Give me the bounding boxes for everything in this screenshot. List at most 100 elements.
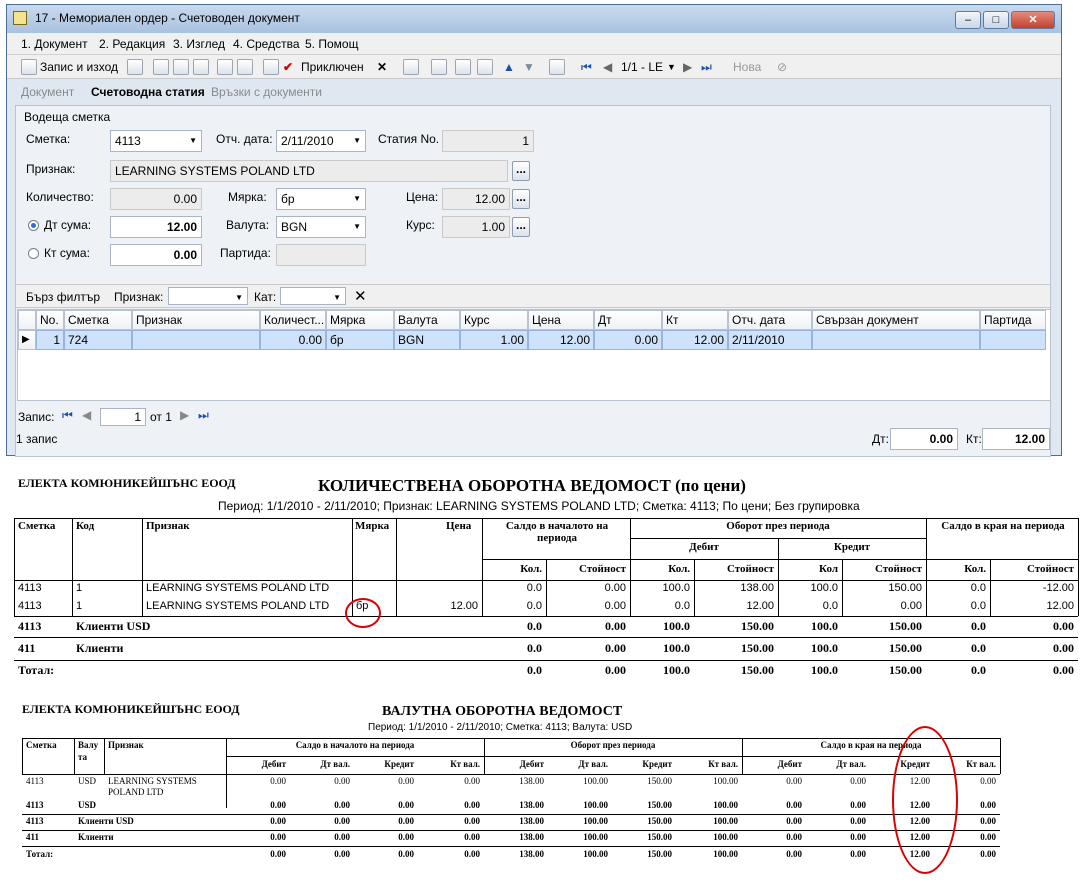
cell-rate[interactable]: 1.00 [460, 330, 528, 350]
currency-label: Валута: [226, 218, 270, 232]
cell-kt[interactable]: 12.00 [662, 330, 728, 350]
calculator-icon[interactable] [403, 59, 419, 75]
dt-amount-field[interactable]: 12.00 [110, 216, 202, 238]
prev-record-icon[interactable]: ◀ [603, 58, 612, 76]
r1-h-code: Код [76, 520, 95, 532]
r2-total-value: 0.00 [398, 816, 414, 826]
col-account[interactable]: Сметка [64, 310, 132, 330]
attr-browse-button[interactable]: ... [512, 161, 530, 181]
cell-dt[interactable]: 0.00 [594, 330, 662, 350]
col-linked-doc[interactable]: Свързан документ [812, 310, 980, 330]
copy-icon[interactable] [173, 59, 189, 75]
r2-total-value: 0.00 [270, 832, 286, 842]
preview-icon[interactable] [237, 59, 253, 75]
r1-cell-price: 12.00 [450, 600, 478, 612]
next-record-icon[interactable]: ▶ [683, 58, 692, 76]
note-icon[interactable] [477, 59, 493, 75]
col-no[interactable]: No. [36, 310, 64, 330]
col-report-date[interactable]: Отч. дата [728, 310, 812, 330]
save-icon[interactable] [21, 59, 37, 75]
row-pointer-icon[interactable]: ▶ [18, 330, 36, 350]
col-currency[interactable]: Валута [394, 310, 460, 330]
cell-no[interactable]: 1 [36, 330, 64, 350]
first-row-icon[interactable]: ⏮ [62, 408, 73, 423]
of-count-label: от 1 [150, 410, 172, 424]
help-icon[interactable] [549, 59, 565, 75]
col-batch[interactable]: Партида [980, 310, 1046, 330]
cell-linked-doc[interactable] [812, 330, 980, 350]
refresh-icon[interactable] [431, 59, 447, 75]
filter-cat-select[interactable] [280, 287, 346, 308]
record-nav-select[interactable]: 1/1 - LE [621, 58, 663, 76]
arrow-down-icon[interactable]: ▼ [523, 58, 535, 76]
tab-document-links[interactable]: Връзки с документи [211, 85, 322, 99]
cell-report-date[interactable]: 2/11/2010 [728, 330, 812, 350]
col-price[interactable]: Цена [528, 310, 594, 330]
record-number-field[interactable]: 1 [100, 408, 146, 426]
print-icon[interactable] [217, 59, 233, 75]
report-date-picker[interactable]: 2/11/2010 [276, 130, 366, 152]
account-select[interactable]: 4113 [110, 130, 202, 152]
col-attr[interactable]: Признак [132, 310, 260, 330]
cell-currency[interactable]: BGN [394, 330, 460, 350]
next-row-icon[interactable]: ▶ [180, 408, 189, 422]
col-unit[interactable]: Мярка [326, 310, 394, 330]
col-kt[interactable]: Кт [662, 310, 728, 330]
dt-amount-radio[interactable] [28, 220, 39, 231]
menu-view[interactable]: 3. Изглед [173, 37, 225, 51]
tab-accounting-entry[interactable]: Счетоводна статия [91, 85, 205, 99]
kt-total-field: 12.00 [982, 428, 1050, 450]
cell-qty[interactable]: 0.00 [260, 330, 326, 350]
lock-icon[interactable] [455, 59, 471, 75]
entries-grid: No. Сметка Признак Количест... Мярка Вал… [17, 309, 1051, 401]
menu-document[interactable]: 1. Документ [21, 37, 88, 51]
last-record-icon[interactable]: ⏭ [701, 58, 712, 76]
r2-cell-attr: LEARNING SYSTEMS [108, 776, 197, 786]
kt-amount-label: Кт сума: [44, 246, 90, 260]
currency-select[interactable]: BGN [276, 216, 366, 238]
paste-icon[interactable] [193, 59, 209, 75]
window-title: 17 - Мемориален ордер - Счетоводен докум… [35, 11, 300, 25]
filter-attr-select[interactable] [168, 287, 248, 308]
kt-total-label: Кт: [966, 432, 982, 446]
cut-icon[interactable] [153, 59, 169, 75]
kt-amount-field[interactable]: 0.00 [110, 244, 202, 266]
save-exit-button[interactable]: Запис и изход [40, 58, 118, 76]
cell-attr[interactable] [132, 330, 260, 350]
edit-icon[interactable] [263, 59, 279, 75]
new-button[interactable]: Нова [733, 58, 761, 76]
menu-help[interactable]: 5. Помощ [305, 37, 358, 51]
maximize-button[interactable]: □ [983, 11, 1009, 29]
cell-batch[interactable] [980, 330, 1046, 350]
arrow-up-icon[interactable]: ▲ [503, 58, 515, 76]
grid-corner [18, 310, 36, 330]
record-nav-dropdown-icon[interactable]: ▼ [667, 58, 676, 76]
tab-document[interactable]: Документ [21, 85, 74, 99]
last-row-icon[interactable]: ⏭ [198, 408, 209, 423]
prev-row-icon[interactable]: ◀ [82, 408, 91, 422]
menu-tools[interactable]: 4. Средства [233, 37, 300, 51]
report1-subtitle: Период: 1/1/2010 - 2/11/2010; Признак: L… [218, 499, 860, 513]
cell-account[interactable]: 724 [64, 330, 132, 350]
unit-select[interactable]: бр [276, 188, 366, 210]
clear-filter-icon[interactable]: ✕ [354, 287, 367, 305]
col-dt[interactable]: Дт [594, 310, 662, 330]
minimize-button[interactable]: – [955, 11, 981, 29]
first-record-icon[interactable]: ⏮ [581, 58, 592, 76]
kt-amount-radio[interactable] [28, 248, 39, 259]
col-qty[interactable]: Количест... [260, 310, 326, 330]
unit-value: бр [281, 192, 295, 206]
r2-h-sub: Кт вал. [708, 759, 738, 769]
save-disk-icon[interactable] [127, 59, 143, 75]
cancel-x-icon[interactable]: ✕ [377, 58, 387, 76]
dt-total-field: 0.00 [890, 428, 958, 450]
cell-unit[interactable]: бр [326, 330, 394, 350]
r1-h-opening: Салдо в началото на периода [505, 520, 609, 544]
col-rate[interactable]: Курс [460, 310, 528, 330]
posted-button[interactable]: Приключен [301, 58, 364, 76]
menu-edit[interactable]: 2. Редакция [99, 37, 165, 51]
rate-browse-button[interactable]: ... [512, 217, 530, 237]
price-browse-button[interactable]: ... [512, 189, 530, 209]
close-button[interactable]: ✕ [1011, 11, 1055, 29]
cell-price[interactable]: 12.00 [528, 330, 594, 350]
